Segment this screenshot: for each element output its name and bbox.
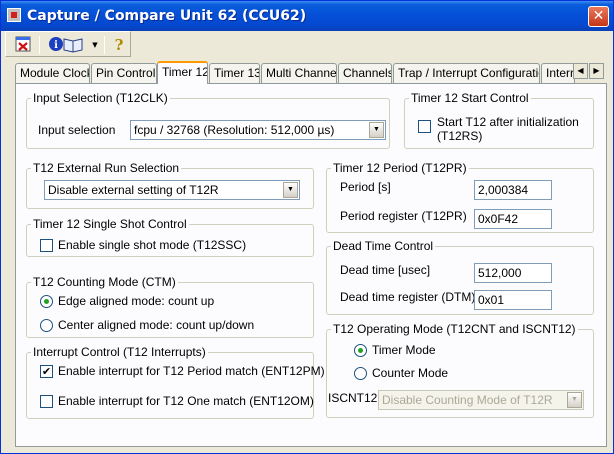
input-selection-label: Input selection xyxy=(38,123,116,137)
tab-interrupt-truncated[interactable]: Interr xyxy=(541,63,575,84)
tab-scroll-right-button[interactable]: ▶ xyxy=(589,63,604,79)
counter-mode-label: Counter Mode xyxy=(372,366,449,380)
iscnt12-value: Disable Counting Mode of T12R xyxy=(382,393,553,407)
single-shot-label: Enable single shot mode (T12SSC) xyxy=(58,238,247,252)
center-aligned-radio[interactable] xyxy=(40,319,53,332)
center-aligned-label: Center aligned mode: count up/down xyxy=(58,318,255,332)
input-selection-legend: Input Selection (T12CLK) xyxy=(33,91,168,105)
timer-mode-radio[interactable] xyxy=(354,344,367,357)
help-icon[interactable]: ? xyxy=(108,35,130,55)
checkmark-icon: ✔ xyxy=(41,365,52,378)
dead-time-label: Dead time [usec] xyxy=(340,263,431,277)
operating-mode-legend: T12 Operating Mode (T12CNT and ISCNT12) xyxy=(333,322,576,336)
start-t12-label-line1: Start T12 after initialization xyxy=(437,115,579,129)
tab-multi-channel[interactable]: Multi Channel xyxy=(261,63,337,84)
close-doc-icon[interactable] xyxy=(12,35,34,55)
timer-mode-label: Timer Mode xyxy=(372,343,436,357)
tab-pin-control[interactable]: Pin Control xyxy=(91,63,157,84)
timer-12-panel: Input Selection (T12CLK) Input selection… xyxy=(15,83,607,447)
period-register-label: Period register (T12PR) xyxy=(340,209,467,223)
counting-mode-legend: T12 Counting Mode (CTM) xyxy=(33,275,176,289)
period-input[interactable]: 2,000384 xyxy=(474,180,552,200)
counter-mode-radio[interactable] xyxy=(354,367,367,380)
dropdown-arrow-icon[interactable]: ▼ xyxy=(89,35,101,55)
close-button[interactable]: ✕ xyxy=(588,6,609,27)
window-title: Capture / Compare Unit 62 (CCU62) xyxy=(27,8,307,24)
period-match-label: Enable interrupt for T12 Period match (E… xyxy=(58,364,325,378)
start-t12-label-line2: (T12RS) xyxy=(437,129,483,143)
edge-aligned-label: Edge aligned mode: count up xyxy=(58,294,215,308)
iscnt12-combo[interactable]: Disable Counting Mode of T12R ▼ xyxy=(378,390,584,410)
external-run-legend: T12 External Run Selection xyxy=(33,161,180,175)
start-t12-checkbox[interactable] xyxy=(418,120,431,133)
ccu62-window: Capture / Compare Unit 62 (CCU62) ✕ i ▼ … xyxy=(0,0,614,454)
tab-module-clock[interactable]: Module Clock xyxy=(15,63,90,84)
single-shot-legend: Timer 12 Single Shot Control xyxy=(33,217,187,231)
tab-strip: Module Clock Pin Control Timer 12 Timer … xyxy=(15,61,607,84)
info-book-icon[interactable]: i xyxy=(46,35,86,55)
interrupt-control-legend: Interrupt Control (T12 Interrupts) xyxy=(33,345,206,359)
app-icon xyxy=(7,8,21,22)
chevron-down-icon[interactable]: ▼ xyxy=(369,122,384,138)
single-shot-checkbox[interactable] xyxy=(40,239,53,252)
tab-timer-13[interactable]: Timer 13 xyxy=(209,63,260,84)
title-bar[interactable]: Capture / Compare Unit 62 (CCU62) ✕ xyxy=(1,1,613,31)
dead-time-input[interactable]: 512,000 xyxy=(474,263,552,283)
toolbar: i ▼ ? xyxy=(5,31,131,57)
dead-time-legend: Dead Time Control xyxy=(333,239,434,253)
chevron-down-icon[interactable]: ▼ xyxy=(283,182,298,198)
external-run-value: Disable external setting of T12R xyxy=(48,183,219,197)
tab-scroll-left-button[interactable]: ◀ xyxy=(573,63,588,79)
one-match-label: Enable interrupt for T12 One match (ENT1… xyxy=(58,394,314,408)
period-register-input[interactable]: 0x0F42 xyxy=(474,209,552,229)
external-run-combo[interactable]: Disable external setting of T12R ▼ xyxy=(44,180,300,200)
tab-channels[interactable]: Channels xyxy=(338,63,392,84)
iscnt12-label: ISCNT12 xyxy=(328,391,378,405)
period-match-checkbox[interactable]: ✔ xyxy=(40,365,53,378)
svg-text:i: i xyxy=(54,40,58,51)
input-selection-combo[interactable]: fcpu / 32768 (Resolution: 512,000 µs) ▼ xyxy=(130,120,386,140)
input-selection-value: fcpu / 32768 (Resolution: 512,000 µs) xyxy=(134,123,335,137)
one-match-checkbox[interactable] xyxy=(40,395,53,408)
toolbar-separator xyxy=(104,36,105,54)
edge-aligned-radio[interactable] xyxy=(40,295,53,308)
start-control-legend: Timer 12 Start Control xyxy=(411,91,529,105)
period-label: Period [s] xyxy=(340,180,391,194)
dead-time-register-label: Dead time register (DTM) xyxy=(340,290,476,304)
toolbar-separator xyxy=(39,36,40,54)
tab-timer-12[interactable]: Timer 12 xyxy=(157,61,208,84)
period-legend: Timer 12 Period (T12PR) xyxy=(333,161,467,175)
dead-time-register-input[interactable]: 0x01 xyxy=(474,290,552,310)
chevron-down-icon[interactable]: ▼ xyxy=(567,392,582,408)
tab-trap-interrupt-configuration[interactable]: Trap / Interrupt Configuration xyxy=(393,63,540,84)
